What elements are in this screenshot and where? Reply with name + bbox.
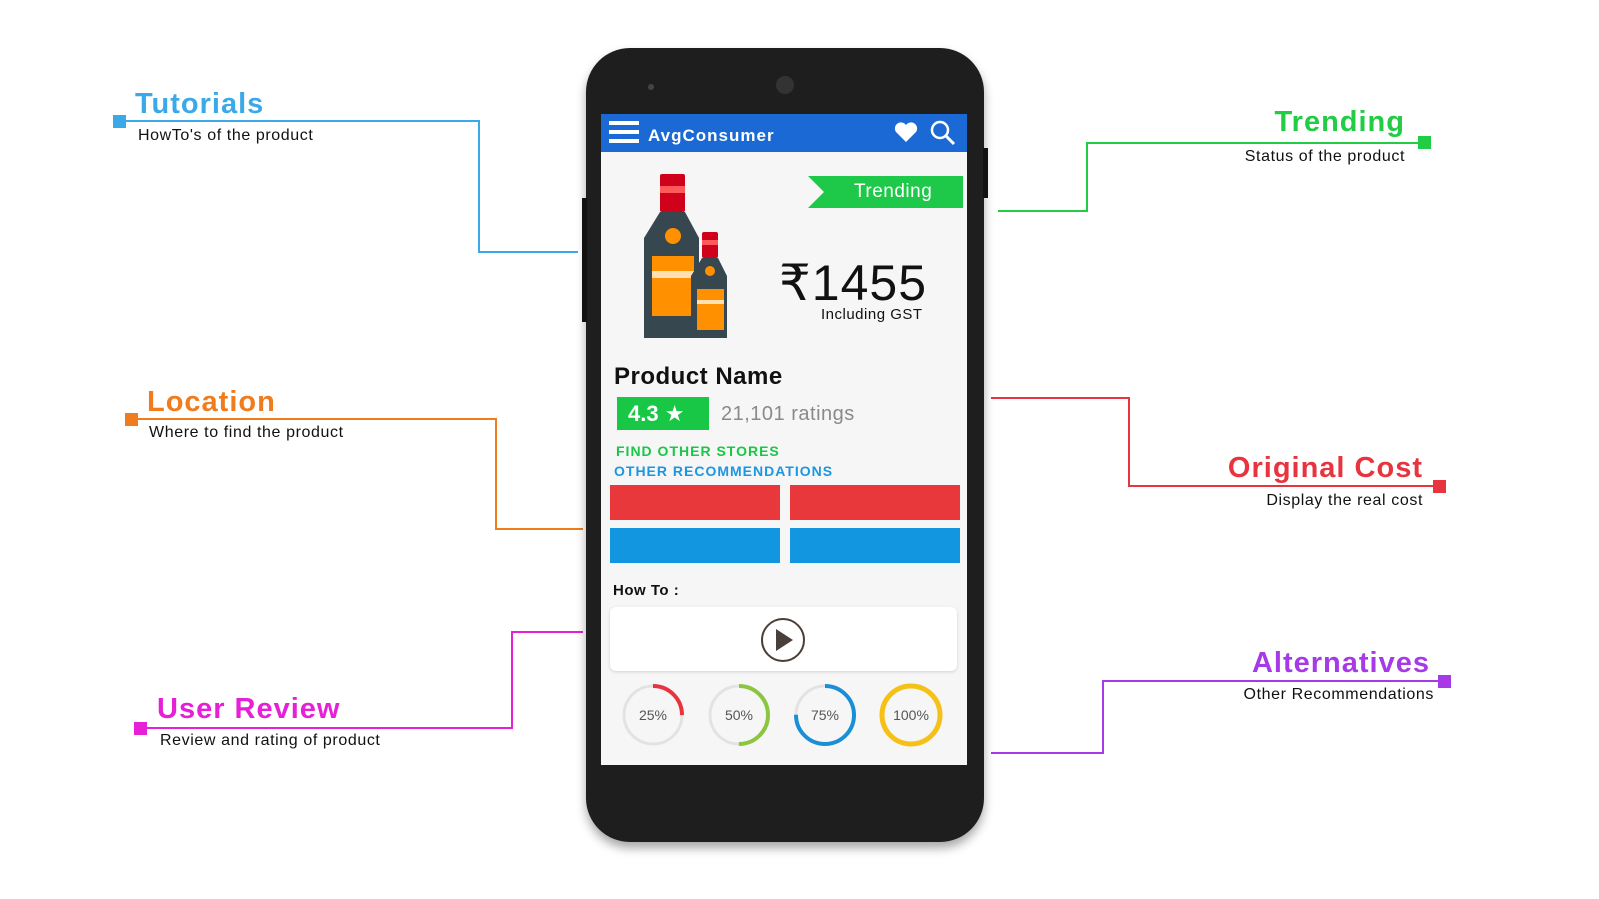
- price: ₹1455: [779, 255, 928, 311]
- power-button: [983, 148, 988, 198]
- rating-badge: 4.3 ★: [617, 397, 709, 430]
- user-review-marker: [134, 722, 147, 735]
- rating-count[interactable]: 21,101 ratings: [721, 403, 855, 426]
- heart-icon[interactable]: [893, 121, 919, 143]
- find-other-stores-link[interactable]: FIND OTHER STORES: [616, 443, 780, 459]
- bottles-image: [644, 174, 727, 338]
- store-card-1[interactable]: [610, 485, 780, 520]
- howto-label: How To :: [613, 582, 680, 599]
- product-name: Product Name: [614, 363, 783, 390]
- original-cost-title: Original Cost: [1227, 452, 1423, 484]
- progress-ring-75: 75%: [794, 684, 856, 746]
- original-cost-marker: [1433, 480, 1446, 493]
- user-review-subtitle: Review and rating of product: [160, 732, 381, 749]
- progress-ring-50: 50%: [708, 684, 770, 746]
- user-review-title: User Review: [157, 693, 341, 725]
- location-marker: [125, 413, 138, 426]
- ring-label: 25%: [639, 707, 667, 723]
- howto-video[interactable]: [610, 607, 957, 671]
- volume-button: [582, 198, 587, 322]
- ring-label: 75%: [811, 707, 839, 723]
- progress-ring-25: 25%: [622, 684, 684, 746]
- front-camera: [776, 76, 794, 94]
- sensor: [648, 84, 654, 90]
- trending-title: Trending: [1274, 106, 1405, 138]
- alternatives-subtitle: Other Recommendations: [1243, 686, 1434, 703]
- trending-marker: [1418, 136, 1431, 149]
- tutorials-marker: [113, 115, 126, 128]
- trending-badge: Trending: [808, 176, 963, 208]
- original-cost-subtitle: Display the real cost: [1266, 492, 1423, 509]
- alternatives-marker: [1438, 675, 1451, 688]
- alternatives-title: Alternatives: [1251, 647, 1430, 679]
- price-note: Including GST: [821, 306, 923, 323]
- ring-label: 100%: [893, 707, 929, 723]
- tutorials-title: Tutorials: [135, 88, 265, 120]
- ring-label: 50%: [725, 707, 753, 723]
- app-screen: AvgConsumer Trending ₹1455 Including GST…: [601, 114, 967, 765]
- progress-ring-100: 100%: [879, 683, 943, 747]
- location-subtitle: Where to find the product: [149, 424, 344, 441]
- play-icon[interactable]: [760, 617, 806, 663]
- app-bar: AvgConsumer: [601, 114, 967, 152]
- other-recommendations-link[interactable]: OTHER RECOMMENDATIONS: [614, 463, 833, 479]
- recommendation-card-2[interactable]: [790, 528, 960, 563]
- trending-subtitle: Status of the product: [1244, 148, 1405, 165]
- recommendation-card-1[interactable]: [610, 528, 780, 563]
- search-icon[interactable]: [930, 120, 956, 146]
- tutorials-subtitle: HowTo's of the product: [138, 127, 314, 144]
- location-title: Location: [147, 386, 276, 418]
- app-title: AvgConsumer: [648, 126, 775, 145]
- menu-icon[interactable]: [609, 121, 639, 143]
- progress-rings: 25% 50% 75% 100%: [622, 683, 943, 747]
- store-card-2[interactable]: [790, 485, 960, 520]
